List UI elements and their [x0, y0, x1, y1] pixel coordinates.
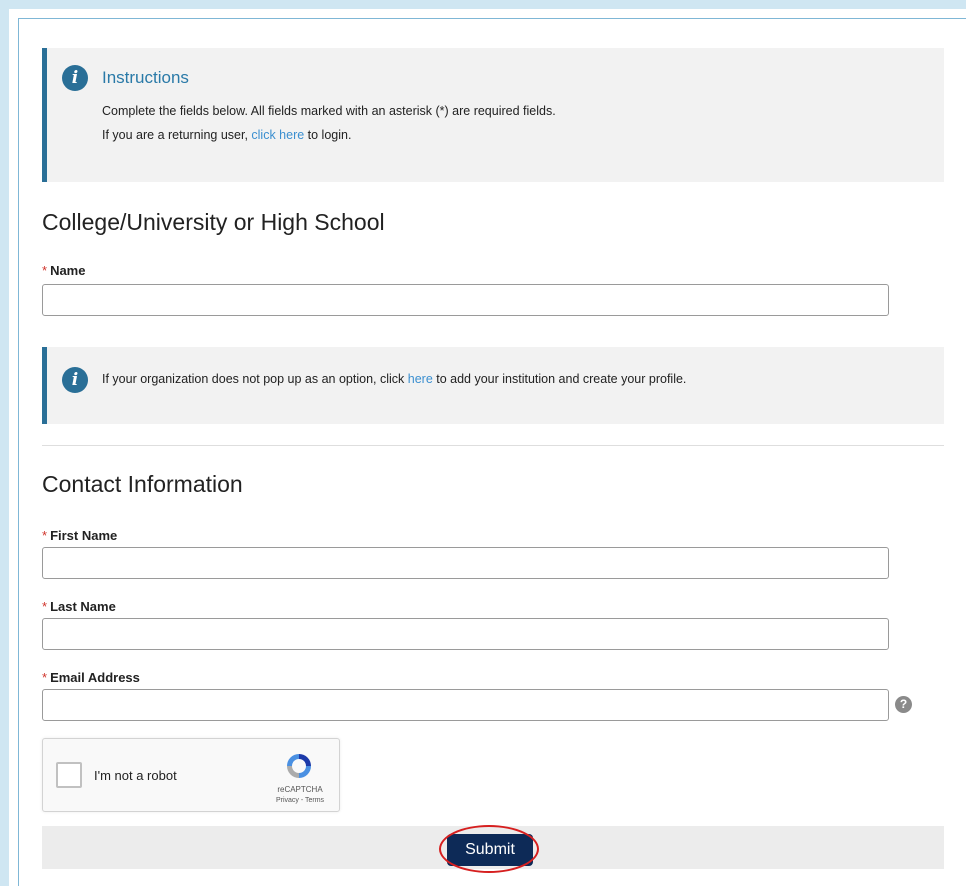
- school-name-input[interactable]: [42, 284, 889, 316]
- school-name-label: * Name: [42, 263, 85, 278]
- recaptcha-brand: reCAPTCHA: [277, 785, 323, 794]
- section-divider: [42, 445, 944, 446]
- first-name-input[interactable]: [42, 547, 889, 579]
- question-icon[interactable]: ?: [895, 696, 912, 713]
- recaptcha-terms-link[interactable]: Privacy - Terms: [269, 797, 331, 804]
- organization-notice-text: If your organization does not pop up as …: [102, 372, 686, 386]
- last-name-label: * Last Name: [42, 599, 116, 614]
- instructions-text: Complete the fields below. All fields ma…: [102, 104, 556, 118]
- first-name-label-text: First Name: [50, 528, 118, 543]
- last-name-input[interactable]: [42, 618, 889, 650]
- required-marker: *: [42, 599, 48, 614]
- email-label-text: Email Address: [50, 670, 140, 685]
- add-institution-link[interactable]: here: [408, 372, 433, 386]
- org-notice-suffix: to add your institution and create your …: [432, 372, 687, 386]
- submit-button[interactable]: Submit: [447, 834, 533, 866]
- organization-notice: i If your organization does not pop up a…: [42, 347, 944, 424]
- info-icon: i: [62, 367, 88, 393]
- instructions-alert: i Instructions Complete the fields below…: [42, 48, 944, 182]
- required-marker: *: [42, 263, 48, 278]
- recaptcha-label: I'm not a robot: [94, 768, 177, 783]
- returning-user-suffix: to login.: [304, 128, 352, 142]
- recaptcha-logo-icon: [287, 754, 311, 778]
- returning-user-text: If you are a returning user, click here …: [102, 128, 351, 142]
- first-name-label: * First Name: [42, 528, 117, 543]
- returning-user-prefix: If you are a returning user,: [102, 128, 252, 142]
- email-label: * Email Address: [42, 670, 140, 685]
- email-input[interactable]: [42, 689, 889, 721]
- info-icon: i: [62, 65, 88, 91]
- recaptcha-widget: I'm not a robot reCAPTCHA Privacy - Term…: [42, 738, 340, 812]
- login-link[interactable]: click here: [251, 128, 304, 142]
- org-notice-prefix: If your organization does not pop up as …: [102, 372, 408, 386]
- school-name-label-text: Name: [50, 263, 86, 278]
- recaptcha-checkbox[interactable]: [56, 762, 82, 788]
- instructions-title: Instructions: [102, 68, 189, 87]
- contact-section-title: Contact Information: [42, 471, 243, 497]
- last-name-label-text: Last Name: [50, 599, 116, 614]
- school-section-title: College/University or High School: [42, 209, 385, 235]
- required-marker: *: [42, 670, 48, 685]
- required-marker: *: [42, 528, 48, 543]
